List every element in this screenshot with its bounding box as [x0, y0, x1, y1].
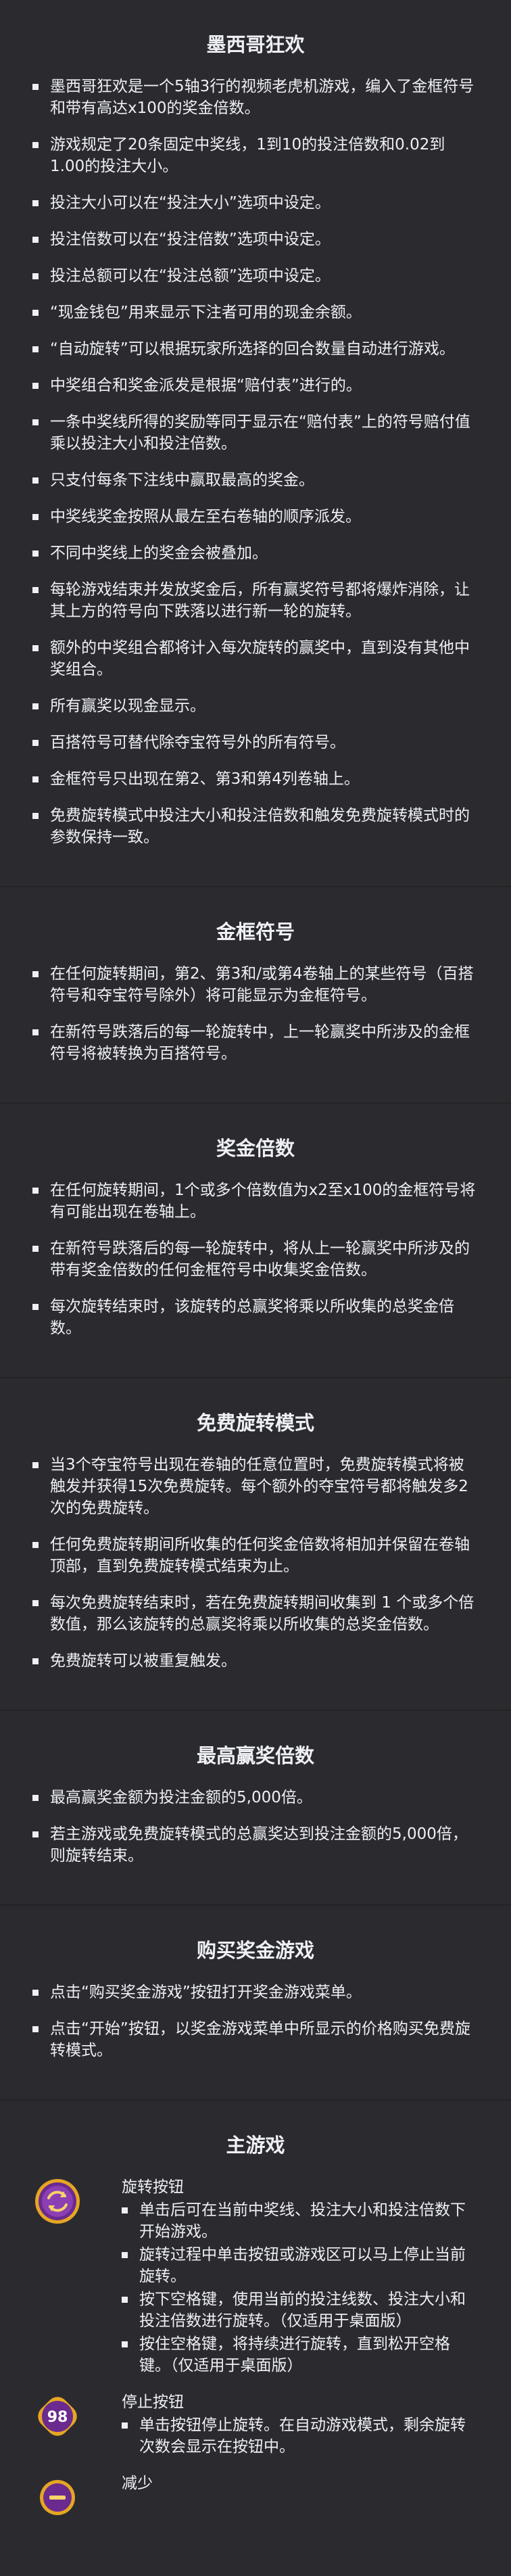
rules-section: 奖金倍数在任何旋转期间，1个或多个倍数值为x2至x100的金框符号将有可能出现在…: [0, 1104, 511, 1378]
rules-list: 在任何旋转期间，1个或多个倍数值为x2至x100的金框符号将有可能出现在卷轴上。…: [32, 1179, 479, 1339]
rule-item: 当3个夺宝符号出现在卷轴的任意位置时，免费旋转模式将被触发并获得15次免费旋转。…: [32, 1454, 479, 1519]
rule-item: 墨西哥狂欢是一个5轴3行的视频老虎机游戏，编入了金框符号和带有高达x100的奖金…: [32, 76, 479, 119]
rule-item: 在新符号跌落后的每一轮旋转中，上一轮赢奖中所涉及的金框符号将被转换为百搭符号。: [32, 1021, 479, 1064]
section-title: 奖金倍数: [216, 1137, 295, 1160]
rules-list: 在任何旋转期间，第2、第3和/或第4卷轴上的某些符号（百搭符号和夺宝符号除外）将…: [32, 963, 479, 1064]
section-title: 墨西哥狂欢: [206, 33, 305, 56]
button-help-row: 旋转按钮单击后可在当前中奖线、投注大小和投注倍数下开始游戏。 旋转过程中单击按钮或…: [32, 2176, 479, 2378]
rules-section: 购买奖金游戏点击“购买奖金游戏”按钮打开奖金游戏菜单。点击“开始”按钮，以奖金游…: [0, 1906, 511, 2101]
section-title: 主游戏: [226, 2134, 285, 2157]
button-help-row: 减少: [32, 2473, 479, 2521]
rule-item: 任何免费旋转期间所收集的任何奖金倍数将相加并保留在卷轴顶部，直到免费旋转模式结束…: [32, 1534, 479, 1577]
button-help-item: 旋转过程中单击按钮或游戏区可以马上停止当前旋转。: [122, 2244, 479, 2287]
stop-icon: 98: [34, 2393, 81, 2440]
stop-count: 98: [47, 2409, 68, 2426]
rule-item: 中奖组合和奖金派发是根据“赔付表”进行的。: [32, 375, 479, 396]
rules-section: 金框符号在任何旋转期间，第2、第3和/或第4卷轴上的某些符号（百搭符号和夺宝符号…: [0, 887, 511, 1104]
button-help-row: 98 停止按钮单击按钮停止旋转。在自动游戏模式，剩余旋转次数会显示在按钮中。: [32, 2391, 479, 2459]
rule-item: 游戏规定了20条固定中奖线，1到10的投注倍数和0.02到1.00的投注大小。: [32, 134, 479, 177]
rules-list: 最高赢奖金额为投注金额的5,000倍。若主游戏或免费旋转模式的总赢奖达到投注金额…: [32, 1787, 479, 1867]
rule-item: 点击“购买奖金游戏”按钮打开奖金游戏菜单。: [32, 1982, 479, 2003]
button-help-name: 减少: [122, 2475, 153, 2492]
rule-item: 投注大小可以在“投注大小”选项中设定。: [32, 192, 479, 214]
rule-item: 若主游戏或免费旋转模式的总赢奖达到投注金额的5,000倍，则旋转结束。: [32, 1823, 479, 1867]
button-help-name: 旋转按钮: [122, 2178, 184, 2196]
rule-item: 投注总额可以在“投注总额”选项中设定。: [32, 265, 479, 287]
button-help-list: 单击按钮停止旋转。在自动游戏模式，剩余旋转次数会显示在按钮中。: [122, 2414, 479, 2458]
button-help-name: 停止按钮: [122, 2393, 184, 2411]
button-help-list: 单击后可在当前中奖线、投注大小和投注倍数下开始游戏。 旋转过程中单击按钮或游戏区可…: [122, 2199, 479, 2376]
button-help-body: 减少: [122, 2473, 479, 2496]
spin-icon: [34, 2178, 81, 2225]
rule-item: “现金钱包”用来显示下注者可用的现金余额。: [32, 302, 479, 323]
button-help-item: 按住空格键，将持续进行旋转，直到松开空格键。（仅适用于桌面版）: [122, 2333, 479, 2376]
section-title: 购买奖金游戏: [196, 1939, 314, 1962]
rule-item: “自动旋转”可以根据玩家所选择的回合数量自动进行游戏。: [32, 338, 479, 360]
section-title: 金框符号: [216, 920, 295, 943]
rule-item: 最高赢奖金额为投注金额的5,000倍。: [32, 1787, 479, 1808]
rule-item: 不同中奖线上的奖金会被叠加。: [32, 542, 479, 564]
rules-list: 墨西哥狂欢是一个5轴3行的视频老虎机游戏，编入了金框符号和带有高达x100的奖金…: [32, 76, 479, 848]
rule-item: 免费旋转模式中投注大小和投注倍数和触发免费旋转模式时的参数保持一致。: [32, 805, 479, 848]
rules-list: 点击“购买奖金游戏”按钮打开奖金游戏菜单。点击“开始”按钮，以奖金游戏菜单中所显…: [32, 1982, 479, 2061]
rule-item: 只支付每条下注线中赢取最高的奖金。: [32, 469, 479, 491]
rule-item: 在任何旋转期间，1个或多个倍数值为x2至x100的金框符号将有可能出现在卷轴上。: [32, 1179, 479, 1223]
button-help-item: 单击按钮停止旋转。在自动游戏模式，剩余旋转次数会显示在按钮中。: [122, 2414, 479, 2458]
rules-list: 当3个夺宝符号出现在卷轴的任意位置时，免费旋转模式将被触发并获得15次免费旋转。…: [32, 1454, 479, 1672]
rule-item: 额外的中奖组合都将计入每次旋转的赢奖中，直到没有其他中奖组合。: [32, 637, 479, 680]
decrease-icon: [34, 2474, 81, 2521]
rule-item: 百搭符号可替代除夺宝符号外的所有符号。: [32, 732, 479, 753]
rule-item: 投注倍数可以在“投注倍数”选项中设定。: [32, 229, 479, 250]
rule-item: 免费旋转可以被重复触发。: [32, 1650, 479, 1672]
rule-item: 金框符号只出现在第2、第3和第4列卷轴上。: [32, 768, 479, 790]
rule-item: 点击“开始”按钮，以奖金游戏菜单中所显示的价格购买免费旋转模式。: [32, 2018, 479, 2061]
button-help-body: 旋转按钮单击后可在当前中奖线、投注大小和投注倍数下开始游戏。 旋转过程中单击按钮或…: [122, 2176, 479, 2378]
button-help-item: 按下空格键，使用当前的投注线数、投注大小和投注倍数进行旋转。（仅适用于桌面版）: [122, 2289, 479, 2332]
button-help-item: 单击后可在当前中奖线、投注大小和投注倍数下开始游戏。: [122, 2199, 479, 2243]
main-game-section: 主游戏旋转按钮单击后可在当前中奖线、投注大小和投注倍数下开始游戏。 旋转过程中单击…: [0, 2101, 511, 2558]
rule-item: 每次旋转结束时，该旋转的总赢奖将乘以所收集的总奖金倍数。: [32, 1296, 479, 1339]
section-title: 免费旋转模式: [196, 1411, 314, 1434]
rules-section: 墨西哥狂欢墨西哥狂欢是一个5轴3行的视频老虎机游戏，编入了金框符号和带有高达x1…: [0, 0, 511, 887]
rules-section: 免费旋转模式当3个夺宝符号出现在卷轴的任意位置时，免费旋转模式将被触发并获得15…: [0, 1378, 511, 1711]
rule-item: 每次免费旋转结束时，若在免费旋转期间收集到 1 个或多个倍数值，那么该旋转的总赢…: [32, 1592, 479, 1635]
rule-item: 在任何旋转期间，第2、第3和/或第4卷轴上的某些符号（百搭符号和夺宝符号除外）将…: [32, 963, 479, 1006]
rule-item: 所有赢奖以现金显示。: [32, 695, 479, 717]
help-page: 墨西哥狂欢墨西哥狂欢是一个5轴3行的视频老虎机游戏，编入了金框符号和带有高达x1…: [0, 0, 511, 2558]
rule-item: 每轮游戏结束并发放奖金后，所有赢奖符号都将爆炸消除，让其上方的符号向下跌落以进行…: [32, 579, 479, 622]
rules-section: 最高赢奖倍数最高赢奖金额为投注金额的5,000倍。若主游戏或免费旋转模式的总赢奖…: [0, 1711, 511, 1906]
rule-item: 在新符号跌落后的每一轮旋转中，将从上一轮赢奖中所涉及的带有奖金倍数的任何金框符号…: [32, 1238, 479, 1281]
section-title: 最高赢奖倍数: [196, 1744, 314, 1767]
rule-item: 中奖线奖金按照从最左至右卷轴的顺序派发。: [32, 506, 479, 528]
rule-item: 一条中奖线所得的奖励等同于显示在“赔付表”上的符号赔付值乘以投注大小和投注倍数。: [32, 411, 479, 454]
button-help-body: 停止按钮单击按钮停止旋转。在自动游戏模式，剩余旋转次数会显示在按钮中。: [122, 2391, 479, 2459]
